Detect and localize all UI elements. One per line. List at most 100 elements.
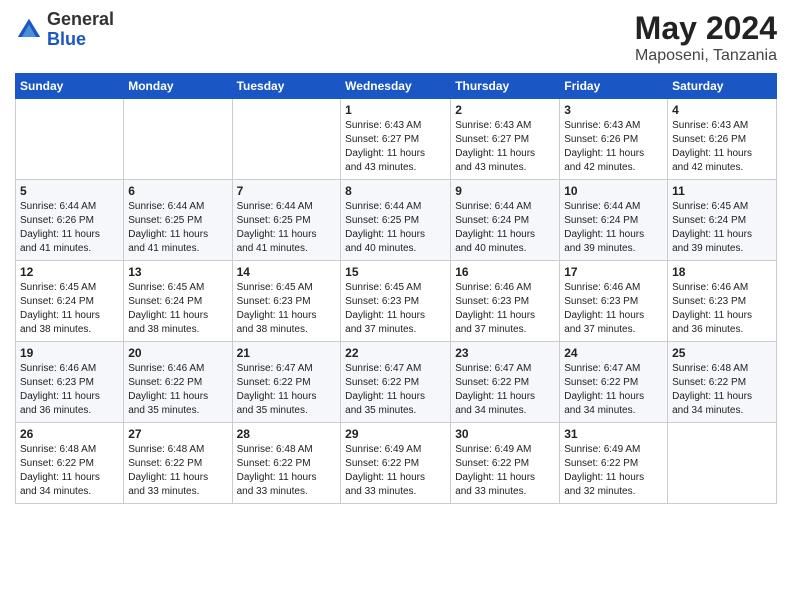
day-info: Sunrise: 6:46 AM Sunset: 6:22 PM Dayligh…: [128, 362, 227, 418]
day-number: 2: [455, 103, 555, 117]
header-day: Wednesday: [341, 74, 451, 99]
calendar-cell: 22Sunrise: 6:47 AM Sunset: 6:22 PM Dayli…: [341, 342, 451, 423]
day-number: 31: [564, 427, 663, 441]
day-number: 24: [564, 346, 663, 360]
calendar-cell: 5 Sunrise: 6:44 AM Sunset: 6:26 PM Daylig…: [16, 180, 124, 261]
day-number: 9: [455, 184, 555, 198]
day-info: Sunrise: 6:46 AM Sunset: 6:23 PM Dayligh…: [455, 281, 555, 337]
day-number: 11: [672, 184, 772, 198]
header-day: Sunday: [16, 74, 124, 99]
day-number: 8: [345, 184, 446, 198]
calendar-cell: 19 Sunrise: 6:46 AM Sunset: 6:23 PM Dayli…: [16, 342, 124, 423]
calendar-cell: 28 Sunrise: 6:48 AM Sunset: 6:22 PM Dayli…: [232, 423, 341, 504]
calendar-cell: 23 Sunrise: 6:47 AM Sunset: 6:22 PM Dayli…: [451, 342, 560, 423]
day-info: Sunrise: 6:49 AM Sunset: 6:22 PM Dayligh…: [455, 443, 555, 499]
calendar-cell: 4 Sunrise: 6:43 AM Sunset: 6:26 PM Daylig…: [668, 99, 777, 180]
month-year: May 2024: [635, 10, 777, 47]
day-number: 29: [345, 427, 446, 441]
calendar-week-row: 5 Sunrise: 6:44 AM Sunset: 6:26 PM Daylig…: [16, 180, 777, 261]
logo-blue: Blue: [47, 30, 114, 50]
calendar-cell: 10Sunrise: 6:44 AM Sunset: 6:24 PM Dayli…: [560, 180, 668, 261]
day-info: Sunrise: 6:45 AM Sunset: 6:24 PM Dayligh…: [20, 281, 119, 337]
calendar-cell: 15Sunrise: 6:45 AM Sunset: 6:23 PM Dayli…: [341, 261, 451, 342]
day-number: 14: [237, 265, 337, 279]
day-info: Sunrise: 6:43 AM Sunset: 6:26 PM Dayligh…: [672, 119, 772, 175]
calendar-cell: 11 Sunrise: 6:45 AM Sunset: 6:24 PM Dayli…: [668, 180, 777, 261]
calendar-cell: 27Sunrise: 6:48 AM Sunset: 6:22 PM Dayli…: [124, 423, 232, 504]
calendar-cell: [668, 423, 777, 504]
day-info: Sunrise: 6:44 AM Sunset: 6:26 PM Dayligh…: [20, 200, 119, 256]
calendar-cell: 2 Sunrise: 6:43 AM Sunset: 6:27 PM Daylig…: [451, 99, 560, 180]
day-number: 25: [672, 346, 772, 360]
day-info: Sunrise: 6:47 AM Sunset: 6:22 PM Dayligh…: [455, 362, 555, 418]
day-info: Sunrise: 6:47 AM Sunset: 6:22 PM Dayligh…: [237, 362, 337, 418]
calendar-cell: 25 Sunrise: 6:48 AM Sunset: 6:22 PM Dayli…: [668, 342, 777, 423]
day-info: Sunrise: 6:45 AM Sunset: 6:23 PM Dayligh…: [237, 281, 337, 337]
calendar-week-row: 19 Sunrise: 6:46 AM Sunset: 6:23 PM Dayli…: [16, 342, 777, 423]
day-info: Sunrise: 6:49 AM Sunset: 6:22 PM Dayligh…: [564, 443, 663, 499]
day-info: Sunrise: 6:46 AM Sunset: 6:23 PM Dayligh…: [564, 281, 663, 337]
day-number: 4: [672, 103, 772, 117]
calendar-cell: 3Sunrise: 6:43 AM Sunset: 6:26 PM Daylig…: [560, 99, 668, 180]
calendar-header: SundayMondayTuesdayWednesdayThursdayFrid…: [16, 74, 777, 99]
header-day: Friday: [560, 74, 668, 99]
calendar-body: 1 Sunrise: 6:43 AM Sunset: 6:27 PM Daylig…: [16, 99, 777, 504]
calendar-cell: 12 Sunrise: 6:45 AM Sunset: 6:24 PM Dayli…: [16, 261, 124, 342]
day-info: Sunrise: 6:43 AM Sunset: 6:27 PM Dayligh…: [345, 119, 446, 175]
day-number: 17: [564, 265, 663, 279]
day-number: 21: [237, 346, 337, 360]
day-info: Sunrise: 6:44 AM Sunset: 6:25 PM Dayligh…: [128, 200, 227, 256]
day-number: 26: [20, 427, 119, 441]
calendar-cell: 17 Sunrise: 6:46 AM Sunset: 6:23 PM Dayli…: [560, 261, 668, 342]
header-day: Saturday: [668, 74, 777, 99]
logo-icon: [15, 16, 43, 44]
day-info: Sunrise: 6:44 AM Sunset: 6:24 PM Dayligh…: [455, 200, 555, 256]
day-number: 30: [455, 427, 555, 441]
day-number: 5: [20, 184, 119, 198]
day-number: 13: [128, 265, 227, 279]
title-block: May 2024 Maposeni, Tanzania: [635, 10, 777, 65]
calendar-cell: 8Sunrise: 6:44 AM Sunset: 6:25 PM Daylig…: [341, 180, 451, 261]
calendar-cell: 24Sunrise: 6:47 AM Sunset: 6:22 PM Dayli…: [560, 342, 668, 423]
calendar-cell: 20Sunrise: 6:46 AM Sunset: 6:22 PM Dayli…: [124, 342, 232, 423]
day-number: 28: [237, 427, 337, 441]
day-info: Sunrise: 6:44 AM Sunset: 6:25 PM Dayligh…: [237, 200, 337, 256]
calendar-table: SundayMondayTuesdayWednesdayThursdayFrid…: [15, 73, 777, 504]
day-info: Sunrise: 6:43 AM Sunset: 6:27 PM Dayligh…: [455, 119, 555, 175]
calendar-cell: 21 Sunrise: 6:47 AM Sunset: 6:22 PM Dayli…: [232, 342, 341, 423]
logo: General Blue: [15, 10, 114, 50]
calendar-cell: 13 Sunrise: 6:45 AM Sunset: 6:24 PM Dayli…: [124, 261, 232, 342]
day-number: 18: [672, 265, 772, 279]
calendar-cell: 31 Sunrise: 6:49 AM Sunset: 6:22 PM Dayli…: [560, 423, 668, 504]
day-number: 27: [128, 427, 227, 441]
calendar-cell: 30 Sunrise: 6:49 AM Sunset: 6:22 PM Dayli…: [451, 423, 560, 504]
calendar-cell: 16 Sunrise: 6:46 AM Sunset: 6:23 PM Dayli…: [451, 261, 560, 342]
day-number: 1: [345, 103, 446, 117]
header-day: Tuesday: [232, 74, 341, 99]
day-info: Sunrise: 6:48 AM Sunset: 6:22 PM Dayligh…: [237, 443, 337, 499]
day-number: 12: [20, 265, 119, 279]
day-number: 3: [564, 103, 663, 117]
header: General Blue May 2024 Maposeni, Tanzania: [15, 10, 777, 65]
day-info: Sunrise: 6:44 AM Sunset: 6:24 PM Dayligh…: [564, 200, 663, 256]
day-info: Sunrise: 6:45 AM Sunset: 6:23 PM Dayligh…: [345, 281, 446, 337]
day-number: 16: [455, 265, 555, 279]
page: General Blue May 2024 Maposeni, Tanzania…: [0, 0, 792, 612]
header-day: Thursday: [451, 74, 560, 99]
calendar-cell: 6 Sunrise: 6:44 AM Sunset: 6:25 PM Daylig…: [124, 180, 232, 261]
day-number: 19: [20, 346, 119, 360]
day-info: Sunrise: 6:45 AM Sunset: 6:24 PM Dayligh…: [128, 281, 227, 337]
day-info: Sunrise: 6:46 AM Sunset: 6:23 PM Dayligh…: [672, 281, 772, 337]
day-number: 6: [128, 184, 227, 198]
calendar-cell: [124, 99, 232, 180]
calendar-week-row: 26 Sunrise: 6:48 AM Sunset: 6:22 PM Dayli…: [16, 423, 777, 504]
calendar-cell: 14 Sunrise: 6:45 AM Sunset: 6:23 PM Dayli…: [232, 261, 341, 342]
header-day: Monday: [124, 74, 232, 99]
day-info: Sunrise: 6:49 AM Sunset: 6:22 PM Dayligh…: [345, 443, 446, 499]
day-info: Sunrise: 6:48 AM Sunset: 6:22 PM Dayligh…: [672, 362, 772, 418]
day-number: 23: [455, 346, 555, 360]
day-number: 22: [345, 346, 446, 360]
calendar-cell: 9 Sunrise: 6:44 AM Sunset: 6:24 PM Daylig…: [451, 180, 560, 261]
day-info: Sunrise: 6:45 AM Sunset: 6:24 PM Dayligh…: [672, 200, 772, 256]
day-info: Sunrise: 6:46 AM Sunset: 6:23 PM Dayligh…: [20, 362, 119, 418]
